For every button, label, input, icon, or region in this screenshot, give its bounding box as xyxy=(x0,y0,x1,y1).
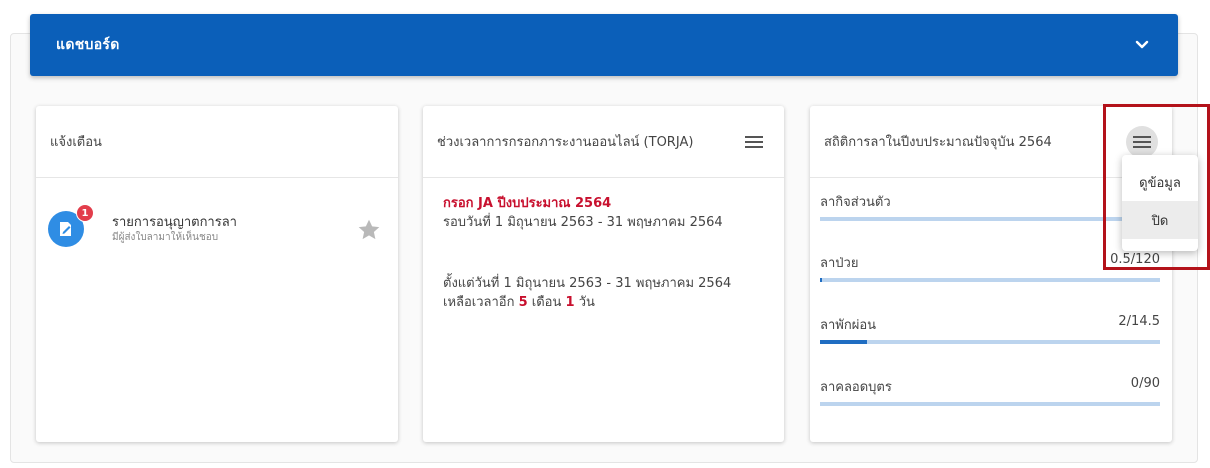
notification-title: รายการอนุญาตการลา xyxy=(112,215,237,230)
leave-approval-notification[interactable]: 1 รายการอนุญาตการลา มีผู้ส่งใบลามาให้เห็… xyxy=(48,204,388,250)
annotation-highlight-box xyxy=(1103,104,1210,270)
dashboard-title: แดชบอร์ด xyxy=(56,37,120,53)
stat-label: ลาป่วย xyxy=(820,256,859,271)
notifications-card: แจ้งเตือน 1 รายการอนุญาตการลา มีผู้ส่งใบ… xyxy=(36,106,398,442)
stat-progress-track xyxy=(820,340,1160,344)
torja-menu-button[interactable] xyxy=(738,126,770,158)
stat-label: ลากิจส่วนตัว xyxy=(820,195,891,210)
notifications-card-header: แจ้งเตือน xyxy=(36,106,398,178)
notification-count-badge: 1 xyxy=(76,204,94,222)
stat-value: 2/14.5 xyxy=(1118,314,1160,329)
torja-round: รอบวันที่ 1 มิถุนายน 2563 - 31 พฤษภาคม 2… xyxy=(443,215,723,230)
stat-progress-track xyxy=(820,278,1160,282)
menu-icon xyxy=(745,135,763,148)
stat-value: 0/90 xyxy=(1130,376,1160,391)
torja-card: ช่วงเวลาการกรอกภาระงานออนไลน์ (TORJA) กร… xyxy=(423,106,784,442)
torja-card-header: ช่วงเวลาการกรอกภาระงานออนไลน์ (TORJA) xyxy=(423,106,784,178)
chevron-down-icon[interactable] xyxy=(1132,35,1152,55)
dashboard-header[interactable]: แดชบอร์ด xyxy=(30,14,1178,76)
torja-since: ตั้งแต่วันที่ 1 มิถุนายน 2563 - 31 พฤษภา… xyxy=(443,276,732,291)
star-icon[interactable] xyxy=(356,217,382,243)
stat-progress-fill xyxy=(820,278,822,282)
leave-stats-card-title: สถิติการลาในปีงบประมาณปัจจุบัน 2564 xyxy=(824,135,1052,150)
torja-remaining: เหลือเวลาอีก 5 เดือน 1 วัน xyxy=(443,295,595,310)
notifications-card-title: แจ้งเตือน xyxy=(50,135,102,150)
stat-label: ลาพักผ่อน xyxy=(820,318,877,333)
notification-subtitle: มีผู้ส่งใบลามาให้เห็นชอบ xyxy=(112,232,219,243)
torja-content: กรอก JA ปีงบประมาณ 2564 รอบวันที่ 1 มิถุ… xyxy=(443,194,731,312)
torja-months: 5 xyxy=(518,295,528,310)
torja-heading: กรอก JA ปีงบประมาณ 2564 xyxy=(443,196,612,211)
torja-card-title: ช่วงเวลาการกรอกภาระงานออนไลน์ (TORJA) xyxy=(437,135,694,150)
stat-progress-fill xyxy=(820,340,867,344)
torja-days: 1 xyxy=(565,295,575,310)
stat-label: ลาคลอดบุตร xyxy=(820,380,892,395)
stat-progress-track xyxy=(820,402,1160,406)
